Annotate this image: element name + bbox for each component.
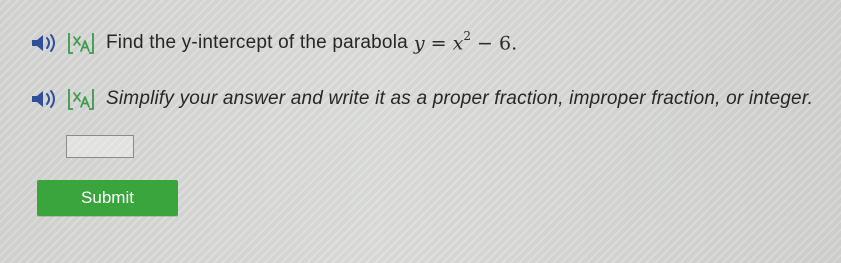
answer-input[interactable]	[66, 135, 134, 158]
question-row: Find the y-intercept of the parabola y =…	[30, 28, 517, 58]
answer-instruction: Simplify your answer and write it as a p…	[106, 88, 814, 109]
equation-equals: =	[430, 32, 447, 55]
translate-icon[interactable]	[66, 31, 96, 55]
speaker-icon[interactable]	[30, 84, 64, 114]
instruction-row: Simplify your answer and write it as a p…	[30, 84, 813, 114]
equation-rest: − 6.	[477, 32, 518, 55]
question-prompt: Find the y-intercept of the parabola	[106, 32, 408, 53]
speaker-icon[interactable]	[30, 28, 64, 58]
equation-exponent: 2	[463, 29, 471, 44]
submit-button[interactable]: Submit	[37, 180, 178, 216]
equation-base: x	[452, 32, 464, 55]
parabola-equation: y = x2 − 6.	[413, 29, 518, 55]
equation-lhs: y	[413, 32, 425, 55]
translate-icon[interactable]	[66, 87, 96, 111]
